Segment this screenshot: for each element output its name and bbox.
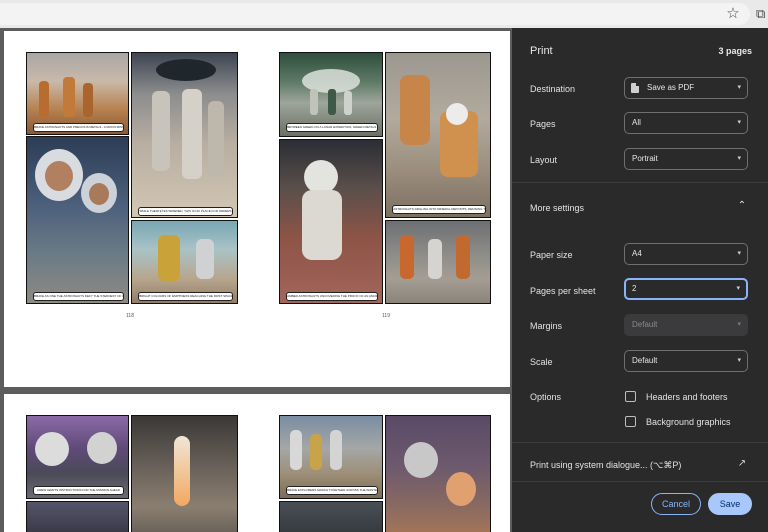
headers-footers-checkbox[interactable] <box>625 391 636 402</box>
comic-panel <box>279 501 383 532</box>
comic-caption: BRAVE AS ONE THE ASTRONAUTS DEFY THE STE… <box>33 292 124 301</box>
print-preview-area[interactable]: BRAVE ASTRONAUTS AND PRECIOUS METALS - A… <box>0 28 512 532</box>
comic-page-left: BRAVE ASTRONAUTS AND PRECIOUS METALS - A… <box>26 52 238 304</box>
pages-value: All <box>632 118 641 127</box>
section-divider <box>512 442 768 443</box>
comic-page-right: BRAVE EXPLORERS MARCH TOGETHER ACROSS TH… <box>279 415 491 532</box>
more-settings-toggle[interactable]: More settings <box>530 203 584 213</box>
headers-footers-label[interactable]: Headers and footers <box>646 392 728 402</box>
chevron-down-icon: ▾ <box>737 357 741 364</box>
margins-value: Default <box>632 320 658 329</box>
cancel-button[interactable]: Cancel <box>651 493 701 515</box>
layout-label: Layout <box>530 155 558 165</box>
comic-panel <box>26 501 129 532</box>
print-title: Print <box>530 45 553 57</box>
comic-caption: ASTRONAUTS DRILLING INTO MINERAL DEPOSIT… <box>392 205 486 214</box>
layout-value: Portrait <box>632 154 658 163</box>
comic-panel: BRIGHT COLOURS OF EMPTINESS REACHING THE… <box>131 220 238 304</box>
pages-label: Pages <box>530 119 556 129</box>
comic-panel: BETWEEN GREEN ON A LUNAR EXPEDITION, GRE… <box>279 52 383 137</box>
chevron-down-icon: ▾ <box>737 119 741 126</box>
paper-size-value: A4 <box>632 249 642 258</box>
margins-label: Margins <box>530 321 563 331</box>
pages-select[interactable]: All ▾ <box>624 112 748 134</box>
comic-caption: BETWEEN GREEN ON A LUNAR EXPEDITION, GRE… <box>286 123 378 132</box>
comic-panel: BRAVE ASTRONAUTS AND PRECIOUS METALS - A… <box>26 52 129 135</box>
page-number: 118 <box>126 313 134 319</box>
paper-size-label: Paper size <box>530 250 573 260</box>
comic-panel <box>385 415 491 532</box>
page-number: 119 <box>382 313 390 319</box>
comic-caption: BRIGHT COLOURS OF EMPTINESS REACHING THE… <box>138 292 233 301</box>
chevron-down-icon: ▾ <box>736 285 740 292</box>
scale-select[interactable]: Default ▾ <box>624 350 748 372</box>
comic-panel: CREW AWAITS INSTRUCTIONS FOR THE MISSION… <box>26 415 129 499</box>
preview-sheet-2: CREW AWAITS INSTRUCTIONS FOR THE MISSION… <box>4 394 510 532</box>
comic-caption: CREW AWAITS INSTRUCTIONS FOR THE MISSION… <box>33 486 124 495</box>
comic-panel: BRAVE EXPLORERS MARCH TOGETHER ACROSS TH… <box>279 415 383 499</box>
section-divider <box>512 182 768 183</box>
chevron-down-icon: ▾ <box>737 250 741 257</box>
destination-value: Save as PDF <box>647 83 695 92</box>
document-icon <box>631 83 639 93</box>
background-graphics-label[interactable]: Background graphics <box>646 417 731 427</box>
sheet-count: 3 pages <box>718 46 752 56</box>
address-bar[interactable] <box>0 3 750 25</box>
system-dialog-link[interactable]: Print using system dialogue... (⌥⌘P) <box>530 460 681 471</box>
comic-caption: BRAVE EXPLORERS MARCH TOGETHER ACROSS TH… <box>286 486 378 495</box>
puzzle-icon[interactable]: ⧉ <box>756 5 768 23</box>
pages-per-sheet-value: 2 <box>632 284 637 293</box>
chevron-down-icon: ▾ <box>737 321 741 328</box>
open-external-icon[interactable]: ↗ <box>736 458 748 470</box>
browser-toolbar: ☆ ⧉ <box>0 0 768 29</box>
background-graphics-checkbox[interactable] <box>625 416 636 427</box>
print-preview-window: ☆ ⧉ BRAVE ASTRONAUTS AND PRECIOUS METALS… <box>0 0 768 532</box>
layout-select[interactable]: Portrait ▾ <box>624 148 748 170</box>
comic-panel <box>131 415 238 532</box>
comic-caption: WHILE THEIR EYES WIDENED, THIS IS NO PLA… <box>138 207 233 216</box>
comic-panel <box>385 220 491 304</box>
comic-caption: AMBER ASTRONAUTS UNCOVERING THE PROOF OF… <box>286 292 378 301</box>
chevron-up-icon[interactable]: ⌃ <box>736 200 748 212</box>
chevron-down-icon: ▾ <box>737 84 741 91</box>
comic-panel: BRAVE AS ONE THE ASTRONAUTS DEFY THE STE… <box>26 136 129 304</box>
pages-per-sheet-label: Pages per sheet <box>530 286 596 296</box>
comic-panel: WHILE THEIR EYES WIDENED, THIS IS NO PLA… <box>131 52 238 218</box>
destination-label: Destination <box>530 84 576 94</box>
destination-select[interactable]: Save as PDF ▾ <box>624 77 748 99</box>
save-button[interactable]: Save <box>708 493 752 515</box>
preview-sheet-1: BRAVE ASTRONAUTS AND PRECIOUS METALS - A… <box>4 31 510 387</box>
comic-panel: AMBER ASTRONAUTS UNCOVERING THE PROOF OF… <box>279 139 383 304</box>
comic-page-left: CREW AWAITS INSTRUCTIONS FOR THE MISSION… <box>26 415 238 532</box>
comic-caption: BRAVE ASTRONAUTS AND PRECIOUS METALS - A… <box>33 123 124 132</box>
options-label: Options <box>530 392 562 402</box>
star-icon[interactable]: ☆ <box>724 5 742 23</box>
paper-size-select[interactable]: A4 ▾ <box>624 243 748 265</box>
pages-per-sheet-select[interactable]: 2 ▾ <box>624 278 748 300</box>
chevron-down-icon: ▾ <box>737 155 741 162</box>
footer-divider <box>512 481 768 482</box>
margins-select: Default ▾ <box>624 314 748 336</box>
scale-value: Default <box>632 356 658 365</box>
scale-label: Scale <box>530 357 553 367</box>
comic-page-right: BETWEEN GREEN ON A LUNAR EXPEDITION, GRE… <box>279 52 491 304</box>
print-settings-panel: Print 3 pages Destination Save as PDF ▾ … <box>512 28 768 532</box>
comic-panel: ASTRONAUTS DRILLING INTO MINERAL DEPOSIT… <box>385 52 491 218</box>
